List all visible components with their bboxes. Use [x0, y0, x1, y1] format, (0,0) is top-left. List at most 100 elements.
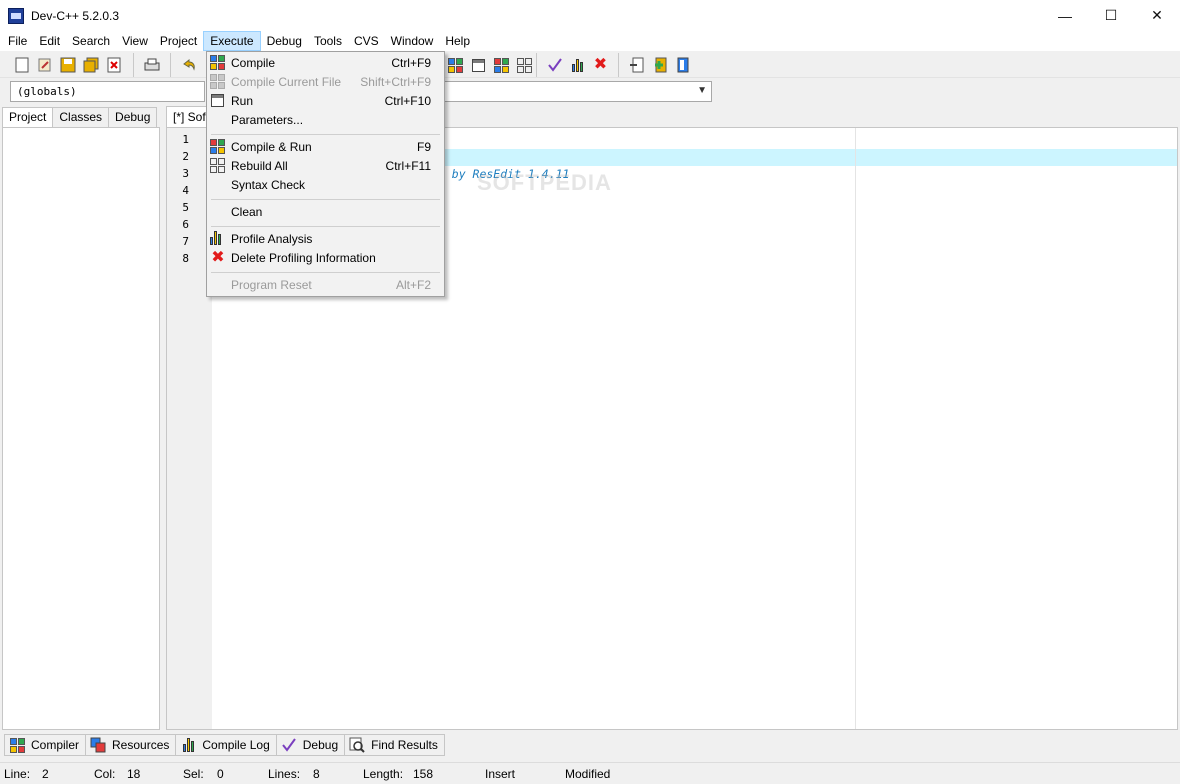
compiler-icon: [9, 737, 25, 753]
project-add-icon[interactable]: [648, 54, 671, 76]
menu-bar: File Edit Search View Project Execute De…: [0, 31, 1180, 51]
status-modified: Modified: [565, 767, 611, 781]
menu-file[interactable]: File: [2, 31, 33, 51]
file-toolbar-group: [4, 53, 125, 77]
tab-project[interactable]: Project: [2, 107, 54, 128]
menu-item-rebuild-all[interactable]: Rebuild All Ctrl+F11: [207, 157, 444, 176]
menu-item-clean[interactable]: Clean: [207, 203, 444, 222]
minimize-button[interactable]: —: [1042, 0, 1088, 31]
close-file-icon[interactable]: [102, 54, 125, 76]
line-number: 1: [182, 133, 189, 146]
rebuild-toolbar-icon[interactable]: [444, 54, 467, 76]
members-combobox[interactable]: ▼: [444, 81, 712, 102]
compile-log-icon: [180, 737, 196, 753]
tab-compiler[interactable]: Compiler: [4, 734, 87, 756]
menu-debug[interactable]: Debug: [261, 31, 308, 51]
tab-find-results[interactable]: Find Results: [344, 734, 445, 756]
menu-separator: [211, 272, 440, 273]
menu-window[interactable]: Window: [385, 31, 440, 51]
status-bar: Line: 2 Col: 18 Sel: 0 Lines: 8 Length: …: [0, 762, 1180, 784]
menu-cvs[interactable]: CVS: [348, 31, 385, 51]
close-button[interactable]: ✕: [1134, 0, 1180, 31]
menu-item-delete-profiling[interactable]: ✖ Delete Profiling Information: [207, 249, 444, 268]
menu-separator: [211, 226, 440, 227]
rebuild-all-icon: [210, 158, 226, 174]
delete-x-icon: ✖: [211, 249, 225, 266]
menu-item-run[interactable]: Run Ctrl+F10: [207, 92, 444, 111]
compile-current-icon: [210, 74, 226, 90]
menu-view[interactable]: View: [116, 31, 154, 51]
print-icon[interactable]: [140, 54, 163, 76]
menu-search[interactable]: Search: [66, 31, 116, 51]
menu-item-profile-analysis[interactable]: Profile Analysis: [207, 230, 444, 249]
line-number: 4: [182, 184, 189, 197]
menu-item-parameters[interactable]: Parameters...: [207, 111, 444, 130]
edit-toolbar-group: [170, 53, 200, 77]
tab-debug[interactable]: Debug: [108, 107, 158, 127]
tab-resources[interactable]: Resources: [85, 734, 177, 756]
menu-item-syntax-check[interactable]: Syntax Check: [207, 176, 444, 195]
menu-tools[interactable]: Tools: [308, 31, 348, 51]
open-file-icon[interactable]: [33, 54, 56, 76]
undo-icon[interactable]: [177, 54, 200, 76]
line-number: 8: [182, 252, 189, 265]
menu-item-compile-run[interactable]: Compile & Run F9: [207, 138, 444, 157]
delete-profile-icon[interactable]: ✖: [589, 54, 612, 76]
project-tree-panel[interactable]: [2, 127, 160, 730]
status-lines-label: Lines:: [268, 767, 301, 781]
line-number: 5: [182, 201, 189, 214]
maximize-button[interactable]: ☐: [1088, 0, 1134, 31]
execute-menu-dropdown: Compile Ctrl+F9 Compile Current File Shi…: [206, 51, 445, 297]
project-import-icon[interactable]: [625, 54, 648, 76]
save-all-icon[interactable]: [79, 54, 102, 76]
main-toolbar: ✖: [0, 51, 1180, 78]
project-options-icon[interactable]: [671, 54, 694, 76]
tab-debug-output[interactable]: Debug: [275, 734, 346, 756]
tab-classes[interactable]: Classes: [52, 107, 110, 127]
menu-project[interactable]: Project: [154, 31, 203, 51]
compile-toolbar-group: [438, 53, 536, 77]
menu-execute[interactable]: Execute: [203, 31, 261, 51]
syntax-check-icon[interactable]: [543, 54, 566, 76]
rebuild-all-toolbar-icon[interactable]: [513, 54, 536, 76]
menu-separator: [211, 134, 440, 135]
compile-run-icon: [210, 139, 226, 155]
scope-combobox[interactable]: (globals): [10, 81, 205, 102]
window-controls: — ☐ ✕: [1042, 0, 1180, 31]
profile-chart-icon[interactable]: [566, 54, 589, 76]
softpedia-watermark: SOFTPEDIA: [477, 170, 612, 195]
class-browser-bar: (globals) ▼: [0, 79, 1180, 106]
print-toolbar-group: [133, 53, 163, 77]
status-line-label: Line:: [4, 767, 31, 781]
line-number: 7: [182, 235, 189, 248]
menu-help[interactable]: Help: [439, 31, 476, 51]
status-line-value: 2: [42, 767, 49, 781]
debug-check-icon: [281, 737, 297, 753]
status-lines-value: 8: [313, 767, 320, 781]
menu-item-compile-current-file[interactable]: Compile Current File Shift+Ctrl+F9: [207, 73, 444, 92]
menu-edit[interactable]: Edit: [33, 31, 66, 51]
status-col-label: Col:: [94, 767, 116, 781]
run-toolbar-icon[interactable]: [467, 54, 490, 76]
line-number: 2: [182, 150, 189, 163]
compile-run-toolbar-icon[interactable]: [490, 54, 513, 76]
status-length-value: 158: [413, 767, 434, 781]
menu-item-compile[interactable]: Compile Ctrl+F9: [207, 54, 444, 73]
window-title: Dev-C++ 5.2.0.3: [31, 8, 120, 23]
save-icon[interactable]: [56, 54, 79, 76]
resources-icon: [90, 737, 106, 753]
chevron-down-icon[interactable]: ▼: [697, 85, 707, 96]
debug-toolbar-group: ✖: [536, 53, 612, 77]
new-file-icon[interactable]: [10, 54, 33, 76]
compile-icon: [210, 55, 226, 71]
menu-item-program-reset[interactable]: Program Reset Alt+F2: [207, 276, 444, 295]
left-panel-tabs: Project Classes Debug: [2, 107, 158, 128]
status-insert-mode: Insert: [485, 767, 516, 781]
devcpp-app-icon: [8, 7, 24, 24]
status-sel-value: 0: [217, 767, 224, 781]
title-bar: Dev-C++ 5.2.0.3 — ☐ ✕: [0, 0, 1180, 31]
tab-compile-log[interactable]: Compile Log: [175, 734, 277, 756]
status-sel-label: Sel:: [183, 767, 204, 781]
line-number: 6: [182, 218, 189, 231]
run-icon: [210, 93, 226, 109]
